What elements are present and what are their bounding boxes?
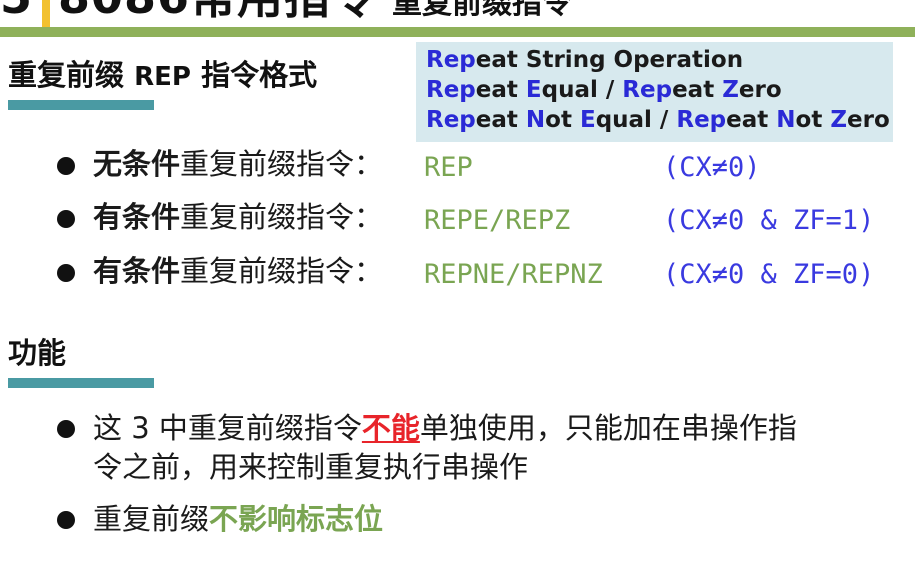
emphasis-cannot: 不能 [361,411,420,445]
heading-underline-bar [8,100,154,110]
hl-e: E [525,77,542,103]
text: ot [545,107,580,133]
repeat-meaning-box: Repeat String Operation Repeat Equal / R… [416,42,893,142]
hl-rep: Rep [426,107,476,133]
prefix-item-conditional-notequal: 有条件重复前缀指令： [93,257,383,286]
prefix-item-conditional-equal: 有条件重复前缀指令： [93,203,383,232]
hl-rep: Rep [622,77,673,103]
bullet-dot [57,264,75,282]
text: eat [475,107,526,133]
prefix-code: REPNE/REPNZ [424,259,603,290]
bullet-bold: 无条件 [93,147,181,181]
hl-rep: Rep [426,47,476,73]
bullet-bold: 有条件 [93,254,181,288]
bullet-dot [57,157,75,175]
bullet-dot [57,420,75,438]
bullet-text: 重复前缀指令： [180,254,384,288]
heading-code: REP [134,62,191,92]
prefix-code: REP [424,152,473,183]
text: qual / [541,77,623,103]
slide-title: 5 8086常用指令重复前缀指令 [0,0,573,30]
text: eat [475,77,526,103]
title-main: 8086常用指令 [58,0,378,24]
bullet-dot [57,511,75,529]
prefix-code: REPE/REPZ [424,205,571,236]
text: ot [795,107,831,133]
bullet-text: 重复前缀指令： [180,200,384,234]
prefix-condition: (CX≠0 & ZF=0) [663,259,875,290]
bullet-bold: 有条件 [93,200,181,234]
hl-z: Z [830,107,848,133]
function-line-2: 令之前，用来控制重复执行串操作 [93,450,529,484]
section-heading-format: 重复前缀 REP 指令格式 [8,52,317,94]
prefix-condition: (CX≠0 & ZF=1) [663,205,875,236]
hl-e: E [579,107,596,133]
title-accent-bar [42,0,51,30]
repeat-line-1: Repeat String Operation [426,45,893,75]
title-number: 5 [0,0,32,20]
text: eat [726,107,777,133]
text: ero [847,107,890,133]
hl-z: Z [722,77,739,103]
title-sub: 重复前缀指令 [392,0,573,21]
text: eat [672,77,723,103]
text: eat String Operation [475,47,744,73]
bullet-text: 重复前缀指令： [180,147,384,181]
emphasis-no-flags: 不影响标志位 [209,502,384,536]
hl-rep: Rep [426,77,476,103]
repeat-line-2: Repeat Equal / Repeat Zero [426,75,893,105]
text: 重复前缀 [93,502,210,536]
heading-text: 重复前缀 [8,58,125,92]
prefix-condition: (CX≠0) [663,152,761,183]
text: 单独使用，只能加在串操作指 [419,411,797,445]
prefix-item-unconditional: 无条件重复前缀指令： [93,150,383,179]
heading-tail: 指令格式 [201,58,318,92]
function-item-flags: 重复前缀不影响标志位 [93,500,383,539]
hl-rep: Rep [676,107,727,133]
hl-n: N [525,107,546,133]
hl-n: N [776,107,796,133]
heading-underline-bar [8,378,154,388]
repeat-line-3: Repeat Not Equal / Repeat Not Zero [426,105,893,135]
function-item-usage: 这 3 中重复前缀指令不能单独使用，只能加在串操作指 令之前，用来控制重复执行串… [93,409,903,487]
title-divider [0,27,915,37]
bullet-dot [57,210,75,228]
text: qual / [595,107,677,133]
section-heading-function: 功能 [8,336,67,370]
text: ero [738,77,782,103]
function-line-1: 这 3 中重复前缀指令不能单独使用，只能加在串操作指 [93,409,903,448]
text: 这 3 中重复前缀指令 [93,411,362,445]
